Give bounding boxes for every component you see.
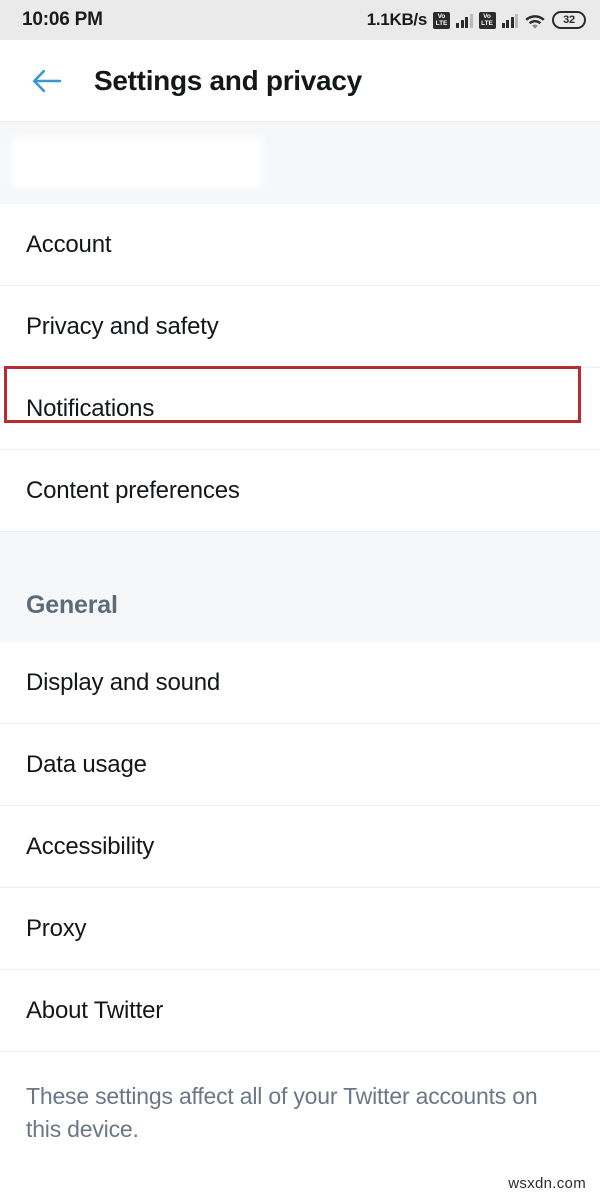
signal-bars-icon	[456, 12, 473, 28]
signal-bars-icon	[501, 12, 518, 28]
status-bar-clock: 10:06 PM	[22, 9, 103, 30]
volte-icon: Vo LTE	[433, 11, 450, 29]
list-item-label: Data usage	[26, 750, 147, 778]
section-header-account	[0, 122, 600, 204]
status-bar: 10:06 PM 1.1KB/s Vo LTE Vo LTE 32	[0, 0, 600, 40]
list-item-label: Display and sound	[26, 668, 221, 696]
list-item-proxy[interactable]: Proxy	[0, 888, 600, 970]
app-bar: Settings and privacy	[0, 40, 600, 122]
list-item-notifications[interactable]: Notifications	[0, 368, 600, 450]
footer-text: These settings affect all of your Twitte…	[26, 1083, 538, 1142]
battery-level-label: 32	[563, 14, 575, 26]
network-speed-label: 1.1KB/s	[366, 10, 428, 29]
list-item-content-preferences[interactable]: Content preferences	[0, 450, 600, 532]
highlight-container: Notifications	[0, 366, 600, 450]
arrow-left-icon	[32, 69, 62, 92]
list-item-label: Proxy	[26, 914, 87, 942]
list-item-label: About Twitter	[26, 996, 164, 1024]
list-item-label: Accessibility	[26, 832, 155, 860]
settings-list-account: Account Privacy and safety Notifications…	[0, 204, 600, 532]
list-item-label: Account	[26, 230, 112, 258]
section-header-label: General	[26, 591, 118, 619]
status-bar-indicators: 1.1KB/s Vo LTE Vo LTE 32	[367, 10, 586, 30]
volte-icon: Vo LTE	[478, 11, 496, 29]
list-item-display-and-sound[interactable]: Display and sound	[0, 642, 600, 724]
list-item-label: Notifications	[26, 394, 155, 422]
watermark: wsxdn.com	[508, 1175, 586, 1192]
list-item-account[interactable]: Account	[0, 204, 600, 286]
list-item-accessibility[interactable]: Accessibility	[0, 806, 600, 888]
phone-screen: 10:06 PM 1.1KB/s Vo LTE Vo LTE 32 Settin…	[0, 0, 600, 1200]
redacted-username-block	[16, 142, 258, 183]
battery-icon: 32	[552, 11, 586, 29]
list-item-privacy-and-safety[interactable]: Privacy and safety	[0, 286, 600, 368]
list-item-label: Content preferences	[26, 476, 240, 504]
wifi-icon	[525, 14, 545, 29]
settings-list-general: Display and sound Data usage Accessibili…	[0, 642, 600, 1052]
list-item-label: Privacy and safety	[26, 312, 219, 340]
list-item-data-usage[interactable]: Data usage	[0, 724, 600, 806]
back-button[interactable]	[26, 60, 68, 102]
footer-note: These settings affect all of your Twitte…	[0, 1052, 600, 1146]
page-title: Settings and privacy	[94, 64, 362, 96]
section-header-general: General	[0, 532, 600, 642]
list-item-about-twitter[interactable]: About Twitter	[0, 970, 600, 1052]
